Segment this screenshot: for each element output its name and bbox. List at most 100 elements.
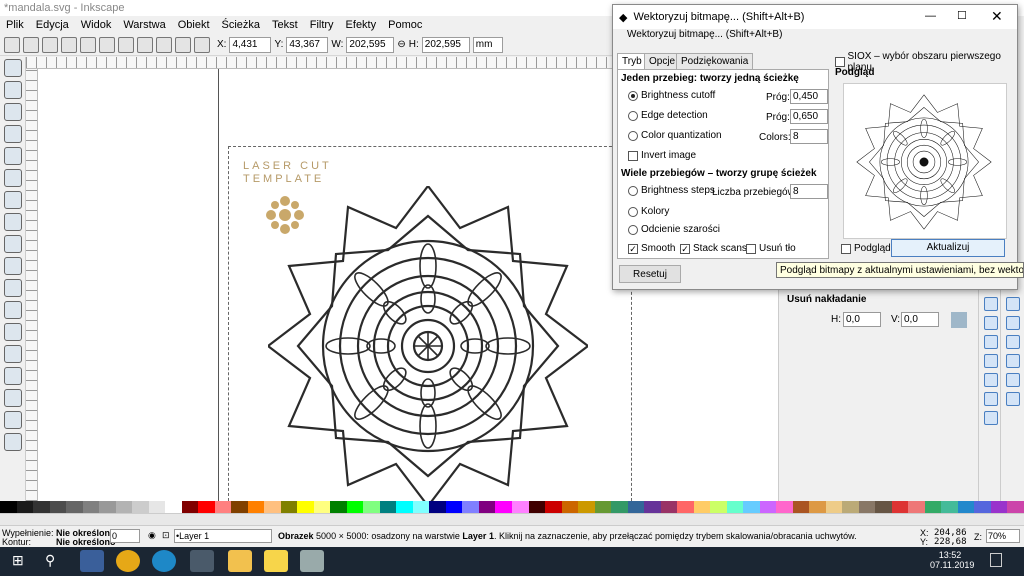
invert-image-option[interactable]: Invert image xyxy=(628,150,696,161)
skype-icon[interactable] xyxy=(152,550,176,572)
smooth-option[interactable]: ✓ Smooth xyxy=(628,243,675,254)
menu-filtry[interactable]: Filtry xyxy=(304,16,340,34)
bucket-tool-icon[interactable] xyxy=(4,411,22,429)
brightness-cutoff-radio[interactable] xyxy=(628,90,638,101)
flip-horizontal-icon[interactable] xyxy=(99,36,115,53)
calligraphy-tool-icon[interactable] xyxy=(4,323,22,341)
snap-grid-icon[interactable] xyxy=(1006,354,1020,368)
brightness-cutoff-option[interactable]: Brightness cutoff xyxy=(628,90,715,101)
lock-layer-icon[interactable]: ⊡ xyxy=(162,530,170,541)
gradient-tool-icon[interactable] xyxy=(4,433,22,451)
stroke-value[interactable]: Nie określono xyxy=(56,537,116,547)
tweak-tool-icon[interactable] xyxy=(4,103,22,121)
threshold-field-2[interactable]: 0,650 xyxy=(790,109,828,124)
zoom-in-icon[interactable] xyxy=(984,297,998,311)
raise-icon[interactable] xyxy=(156,36,172,53)
mandala-image[interactable] xyxy=(268,186,588,506)
menu-obiekt[interactable]: Obiekt xyxy=(172,16,216,34)
w-field[interactable]: 202,595 xyxy=(346,36,395,53)
brightness-steps-option[interactable]: Brightness steps xyxy=(628,185,715,196)
clone-icon[interactable] xyxy=(984,373,998,387)
grayscale-radio[interactable] xyxy=(628,224,638,235)
siox-checkbox[interactable] xyxy=(835,57,845,67)
task-view-icon[interactable] xyxy=(80,550,104,572)
colors-multi-option[interactable]: Kolory xyxy=(628,206,669,217)
unit-select[interactable]: mm xyxy=(472,36,503,53)
maximize-icon[interactable]: ☐ xyxy=(957,9,967,22)
tab-podziekowania[interactable]: Podziękowania xyxy=(676,53,754,69)
vertical-ruler[interactable] xyxy=(26,69,38,501)
color-palette[interactable] xyxy=(0,501,1024,513)
duplicate-icon[interactable] xyxy=(984,354,998,368)
sticky-notes-icon[interactable] xyxy=(264,550,288,572)
overlap-h-field[interactable]: 0,0 xyxy=(843,312,881,327)
menu-sciezka[interactable]: Ścieżka xyxy=(216,16,267,34)
stack-scans-checkbox[interactable]: ✓ xyxy=(680,243,690,254)
h-field[interactable]: 202,595 xyxy=(421,36,470,53)
opacity-field[interactable]: 0 xyxy=(110,529,140,543)
search-icon[interactable]: ⚲ xyxy=(40,550,64,572)
ellipse-tool-icon[interactable] xyxy=(4,213,22,231)
edge-detection-radio[interactable] xyxy=(628,110,638,121)
raise-top-icon[interactable] xyxy=(137,36,153,53)
notifications-icon[interactable] xyxy=(990,553,1002,567)
update-button[interactable]: Aktualizuj xyxy=(891,239,1005,257)
select-all-icon[interactable] xyxy=(4,36,20,53)
rectangle-tool-icon[interactable] xyxy=(4,169,22,187)
windows-start-icon[interactable]: ⊞ xyxy=(8,550,32,572)
remove-background-checkbox[interactable] xyxy=(746,243,756,254)
menu-efekty[interactable]: Efekty xyxy=(340,16,383,34)
tab-opcje[interactable]: Opcje xyxy=(644,53,681,69)
menu-warstwa[interactable]: Warstwa xyxy=(117,16,171,34)
snap-icon[interactable] xyxy=(1006,297,1020,311)
x-field[interactable]: 4,431 xyxy=(229,36,272,53)
color-quantization-option[interactable]: Color quantization xyxy=(628,130,722,141)
reset-button[interactable]: Resetuj xyxy=(619,265,681,283)
chrome-icon[interactable] xyxy=(116,550,140,572)
rotate-ccw-icon[interactable] xyxy=(61,36,77,53)
minimize-icon[interactable]: — xyxy=(925,10,936,22)
invert-image-checkbox[interactable] xyxy=(628,150,638,161)
edge-detection-option[interactable]: Edge detection xyxy=(628,110,708,121)
stack-scans-option[interactable]: ✓ Stack scans xyxy=(680,243,747,254)
measure-tool-icon[interactable] xyxy=(4,147,22,165)
colors-field[interactable]: 8 xyxy=(790,129,828,144)
remove-background-option[interactable]: Usuń tło xyxy=(746,243,796,254)
node-tool-icon[interactable] xyxy=(4,81,22,99)
zoom-tool-icon[interactable] xyxy=(4,125,22,143)
zoom-fit-icon[interactable] xyxy=(984,335,998,349)
menu-tekst[interactable]: Tekst xyxy=(266,16,304,34)
menu-pomoc[interactable]: Pomoc xyxy=(382,16,428,34)
text-tool-icon[interactable] xyxy=(4,345,22,363)
select-all-layers-icon[interactable] xyxy=(23,36,39,53)
color-quantization-radio[interactable] xyxy=(628,130,638,141)
rotate-cw-icon[interactable] xyxy=(80,36,96,53)
group-icon[interactable] xyxy=(984,392,998,406)
menu-widok[interactable]: Widok xyxy=(75,16,118,34)
spiral-tool-icon[interactable] xyxy=(4,257,22,275)
grayscale-option[interactable]: Odcienie szarości xyxy=(628,224,720,235)
zoom-field[interactable]: 70% xyxy=(986,529,1020,543)
threshold-field-1[interactable]: 0,450 xyxy=(790,89,828,104)
y-field[interactable]: 43,367 xyxy=(286,36,329,53)
snap-nodes-icon[interactable] xyxy=(1006,316,1020,330)
tab-tryb[interactable]: Tryb xyxy=(617,53,647,69)
lower-bottom-icon[interactable] xyxy=(194,36,210,53)
brightness-steps-radio[interactable] xyxy=(628,185,638,196)
star-tool-icon[interactable] xyxy=(4,235,22,253)
zoom-out-icon[interactable] xyxy=(984,316,998,330)
snap-guide-icon[interactable] xyxy=(1006,373,1020,387)
pen-tool-icon[interactable] xyxy=(4,301,22,319)
layer-select[interactable]: •Layer 1 xyxy=(174,529,272,543)
preview-checkbox[interactable] xyxy=(841,243,851,254)
eraser-tool-icon[interactable] xyxy=(4,389,22,407)
smooth-checkbox[interactable]: ✓ xyxy=(628,243,638,254)
overlap-v-field[interactable]: 0,0 xyxy=(901,312,939,327)
menu-edycja[interactable]: Edycja xyxy=(30,16,75,34)
lower-icon[interactable] xyxy=(175,36,191,53)
close-icon[interactable]: ✕ xyxy=(991,8,1003,25)
snap-page-icon[interactable] xyxy=(1006,392,1020,406)
snap-path-icon[interactable] xyxy=(1006,335,1020,349)
deselect-icon[interactable] xyxy=(42,36,58,53)
scans-field[interactable]: 8 xyxy=(790,184,828,199)
